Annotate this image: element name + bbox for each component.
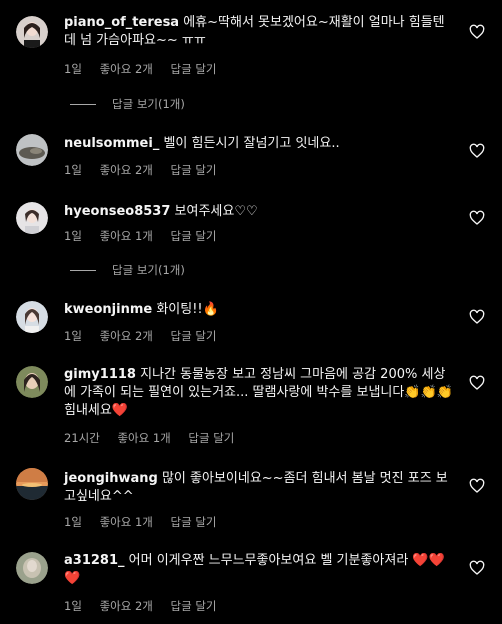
- comment-meta: 1일 좋아요 1개 답글 달기: [64, 514, 231, 530]
- comment-likes[interactable]: 좋아요 1개: [100, 229, 153, 243]
- comment-time: 1일: [64, 329, 82, 343]
- avatar[interactable]: [16, 202, 48, 234]
- comment-meta: 21시간 좋아요 1개 답글 달기: [64, 430, 248, 446]
- comment-likes[interactable]: 좋아요 2개: [100, 62, 153, 76]
- comment-time: 21시간: [64, 431, 100, 445]
- comment-time: 1일: [64, 163, 82, 177]
- comment-meta: 1일 좋아요 2개 답글 달기: [64, 328, 231, 344]
- comment-time: 1일: [64, 599, 82, 613]
- comment-text: gimy1118 지나간 동물농장 보고 정남씨 그마음에 공감 200% 세상…: [64, 366, 454, 420]
- heart-icon[interactable]: [469, 375, 485, 391]
- comment-username[interactable]: hyeonseo8537: [64, 204, 170, 219]
- comment-time: 1일: [64, 515, 82, 529]
- avatar[interactable]: [16, 468, 48, 500]
- heart-icon[interactable]: [469, 210, 485, 226]
- avatar[interactable]: [16, 301, 48, 333]
- view-replies-button[interactable]: 답글 보기(1개): [70, 262, 185, 278]
- divider: [70, 104, 96, 105]
- heart-icon[interactable]: [469, 478, 485, 494]
- avatar[interactable]: [16, 552, 48, 584]
- comment-text: kweonjinme 화이팅!!🔥: [64, 301, 454, 319]
- heart-icon[interactable]: [469, 143, 485, 159]
- comment-meta: 1일 좋아요 1개 답글 달기: [64, 228, 231, 244]
- comment-meta: 1일 좋아요 2개 답글 달기: [64, 162, 231, 178]
- avatar[interactable]: [16, 366, 48, 398]
- comment-likes[interactable]: 좋아요 2개: [100, 599, 153, 613]
- comment-username[interactable]: piano_of_teresa: [64, 15, 179, 30]
- comment-username[interactable]: jeongihwang: [64, 471, 158, 486]
- comment-likes[interactable]: 좋아요 2개: [100, 163, 153, 177]
- comment-body: 화이팅!!🔥: [156, 302, 219, 317]
- avatar[interactable]: [16, 134, 48, 166]
- reply-button[interactable]: 답글 달기: [171, 163, 217, 177]
- comment-text: a31281_ 어머 이게우짠 느무느무좋아보여요 벨 기분좋아져라 ❤️❤️❤…: [64, 552, 454, 588]
- reply-button[interactable]: 답글 달기: [171, 329, 217, 343]
- comment-username[interactable]: kweonjinme: [64, 302, 152, 317]
- comment-time: 1일: [64, 229, 82, 243]
- comment-text: neulsommei_ 벨이 힘든시기 잘넘기고 잇네요..: [64, 135, 454, 153]
- heart-icon[interactable]: [469, 560, 485, 576]
- comment-username[interactable]: a31281_: [64, 553, 125, 568]
- comment-meta: 1일 좋아요 2개 답글 달기: [64, 61, 231, 77]
- comment-meta: 1일 좋아요 2개 답글 달기: [64, 598, 231, 614]
- comment-time: 1일: [64, 62, 82, 76]
- comment-username[interactable]: gimy1118: [64, 367, 136, 382]
- reply-button[interactable]: 답글 달기: [171, 229, 217, 243]
- comment-text: jeongihwang 많이 좋아보이네요~~좀더 힘내서 봄날 멋진 포즈 보…: [64, 470, 454, 506]
- view-replies-button[interactable]: 답글 보기(1개): [70, 96, 185, 112]
- comment-body: 보여주세요♡♡: [174, 204, 258, 219]
- reply-button[interactable]: 답글 달기: [188, 431, 234, 445]
- heart-icon[interactable]: [469, 309, 485, 325]
- reply-button[interactable]: 답글 달기: [171, 599, 217, 613]
- comment-username[interactable]: neulsommei_: [64, 136, 159, 151]
- comment-likes[interactable]: 좋아요 1개: [117, 431, 170, 445]
- heart-icon[interactable]: [469, 24, 485, 40]
- comment-body: 벨이 힘든시기 잘넘기고 잇네요..: [163, 136, 340, 151]
- reply-button[interactable]: 답글 달기: [171, 515, 217, 529]
- comment-text: hyeonseo8537 보여주세요♡♡: [64, 203, 454, 221]
- comment-likes[interactable]: 좋아요 2개: [100, 329, 153, 343]
- comment-likes[interactable]: 좋아요 1개: [100, 515, 153, 529]
- avatar[interactable]: [16, 16, 48, 48]
- reply-button[interactable]: 답글 달기: [171, 62, 217, 76]
- comment-text: piano_of_teresa 에휴~딱해서 못보겠어요~재활이 얼마나 힘들텐…: [64, 14, 454, 50]
- divider: [70, 270, 96, 271]
